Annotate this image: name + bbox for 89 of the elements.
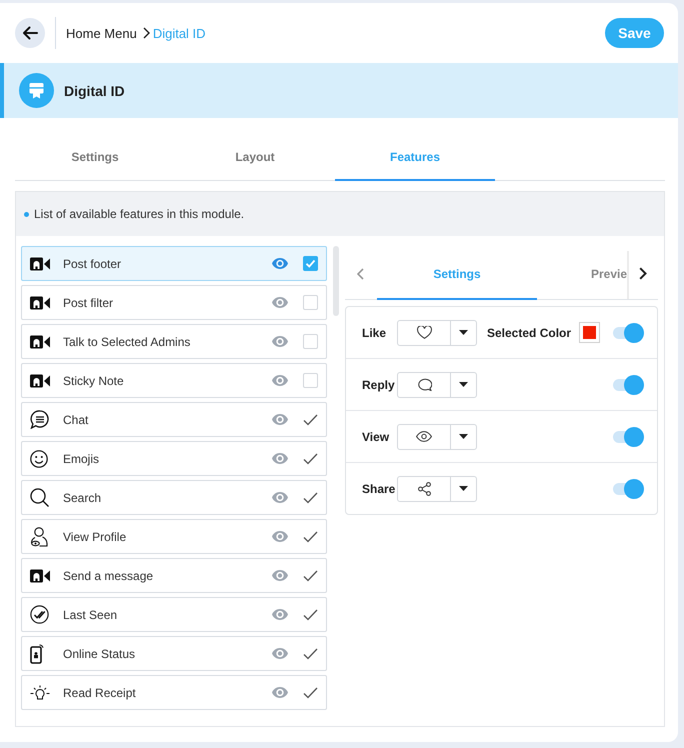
icon-dropdown[interactable] — [397, 320, 477, 346]
share-icon — [418, 482, 430, 496]
double-check-icon — [30, 605, 49, 624]
feature-label: Chat — [63, 412, 90, 426]
eye-icon[interactable] — [272, 453, 288, 464]
feature-label: Emojis — [63, 452, 100, 466]
color-swatch[interactable] — [579, 322, 600, 343]
reaction-label: View — [362, 430, 390, 444]
speech-bubble-icon — [416, 378, 432, 391]
breadcrumb-current-page: Digital ID — [152, 26, 206, 40]
feature-label: Search — [63, 490, 102, 504]
smiley-icon — [30, 450, 48, 468]
toggle-switch[interactable] — [611, 426, 645, 448]
feature-label: Last Seen — [63, 608, 118, 622]
back-button[interactable] — [15, 18, 45, 48]
feature-item[interactable]: Post footer — [21, 246, 327, 281]
toggle-switch[interactable] — [611, 478, 645, 500]
eye-icon[interactable] — [272, 375, 288, 386]
heart-icon — [416, 326, 432, 339]
feature-item[interactable]: Read Receipt — [21, 675, 327, 710]
feature-item[interactable]: Send a message — [21, 558, 327, 593]
reaction-label: Share — [362, 482, 396, 496]
tab[interactable]: Settings — [15, 134, 175, 181]
eye-icon[interactable] — [272, 531, 288, 542]
feature-label: Send a message — [63, 568, 154, 582]
eye-icon[interactable] — [272, 258, 288, 269]
eye-icon[interactable] — [272, 297, 288, 308]
video-camera-icon — [30, 256, 50, 270]
module-title: Digital ID — [64, 82, 125, 98]
feature-label: Talk to Selected Admins — [63, 334, 192, 348]
checkbox[interactable] — [303, 334, 318, 349]
video-camera-icon — [30, 334, 50, 348]
reaction-label: Reply — [362, 378, 396, 392]
feature-label: Post footer — [63, 256, 122, 270]
profile-icon — [30, 526, 48, 546]
chevron-right-icon[interactable] — [639, 267, 648, 280]
feature-item[interactable]: Emojis — [21, 441, 327, 476]
checkbox[interactable] — [303, 256, 318, 271]
chevron-left-icon[interactable] — [357, 268, 364, 280]
tab[interactable]: Previe — [537, 249, 628, 300]
chat-icon — [30, 410, 49, 429]
feature-item[interactable]: Sticky Note — [21, 363, 327, 398]
toggle-switch[interactable] — [611, 322, 645, 344]
lightbulb-icon — [30, 684, 50, 700]
eye-icon — [416, 431, 432, 442]
video-camera-icon — [30, 568, 50, 582]
selected-color-label: Selected Color — [487, 326, 572, 340]
feature-item[interactable]: View Profile — [21, 519, 327, 554]
eye-icon[interactable] — [272, 336, 288, 347]
icon-dropdown[interactable] — [397, 476, 477, 502]
breadcrumb-link[interactable]: Home Menu — [66, 26, 137, 40]
caret-down-icon — [459, 434, 468, 439]
tab[interactable]: Layout — [175, 134, 335, 181]
caret-down-icon — [459, 330, 468, 335]
feature-item[interactable]: Online Status — [21, 636, 327, 671]
id-card-icon — [19, 73, 54, 108]
icon-dropdown[interactable] — [397, 424, 477, 450]
scrollbar-thumb[interactable] — [333, 246, 339, 316]
feature-item[interactable]: Chat — [21, 402, 327, 437]
feature-item[interactable]: Talk to Selected Admins — [21, 324, 327, 359]
eye-icon[interactable] — [272, 648, 288, 659]
search-icon — [30, 488, 49, 507]
caret-down-icon — [459, 486, 468, 491]
video-camera-icon — [30, 296, 50, 310]
feature-item[interactable]: Search — [21, 480, 327, 515]
chevron-right-icon — [142, 27, 150, 39]
checkbox[interactable] — [303, 295, 318, 310]
toggle-switch[interactable] — [611, 374, 645, 396]
back-arrow-icon — [22, 26, 38, 40]
feature-item[interactable]: Post filter — [21, 285, 327, 320]
feature-label: View Profile — [63, 530, 128, 544]
feature-label: Post filter — [63, 296, 114, 310]
eye-icon[interactable] — [272, 492, 288, 503]
feature-label: Sticky Note — [63, 374, 125, 388]
checkbox[interactable] — [303, 373, 318, 388]
feature-item[interactable]: Last Seen — [21, 597, 327, 632]
eye-icon[interactable] — [272, 687, 288, 698]
video-camera-icon — [30, 374, 50, 388]
eye-icon[interactable] — [272, 609, 288, 620]
feature-label: Online Status — [63, 646, 136, 660]
feature-label: Read Receipt — [63, 686, 137, 700]
eye-icon[interactable] — [272, 414, 288, 425]
bullet-icon — [24, 212, 29, 216]
icon-dropdown[interactable] — [397, 372, 477, 398]
caret-down-icon — [459, 382, 468, 387]
reaction-label: Like — [362, 326, 388, 340]
eye-icon[interactable] — [272, 570, 288, 581]
info-text: List of available features in this module. — [34, 207, 244, 221]
phone-icon — [30, 644, 44, 664]
